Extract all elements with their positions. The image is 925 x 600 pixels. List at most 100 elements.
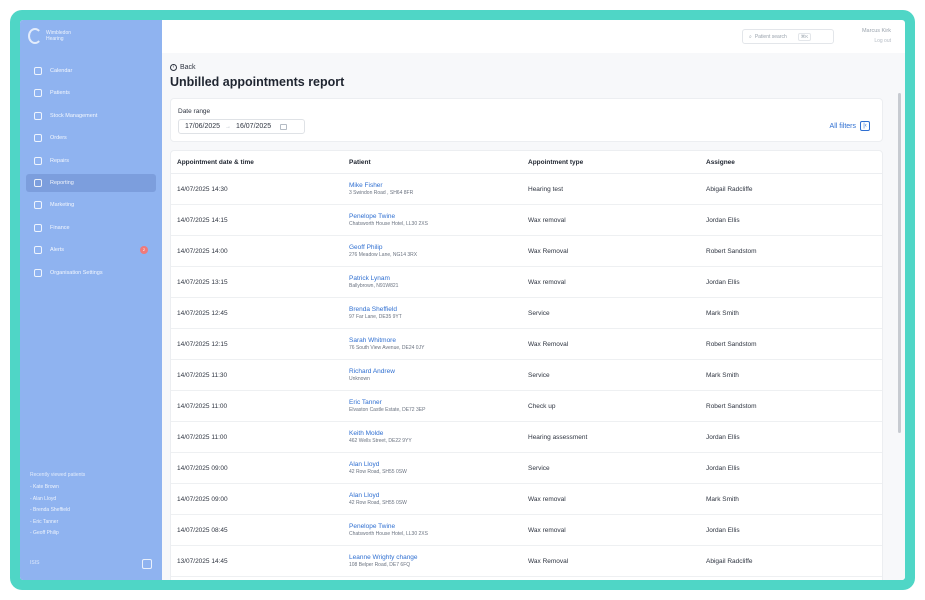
header-patient[interactable]: Patient: [349, 159, 528, 166]
table-row[interactable]: 14/07/2025 11:00 Keith Molde 462 Wells S…: [171, 422, 882, 453]
patient-cell: Keith Molde 462 Wells Street, DE22 9YY: [349, 430, 528, 444]
alerts-badge: 2: [140, 246, 148, 255]
patient-address: Chatsworth House Hotel, LL30 2XS: [349, 221, 428, 227]
header-datetime[interactable]: Appointment date & time: [171, 159, 349, 166]
recent-patient-link[interactable]: - Alan Lloyd: [30, 496, 150, 508]
patient-name-link[interactable]: Leanne Wrighty change: [349, 554, 528, 561]
appointment-type: Service: [528, 464, 550, 472]
header-type[interactable]: Appointment type: [528, 159, 706, 166]
user-name[interactable]: Marcus Kirk: [862, 28, 891, 34]
sidebar-item-label: Alerts: [50, 247, 65, 254]
patient-name-link[interactable]: Sarah Whitmore: [349, 337, 528, 344]
appointment-datetime: 14/07/2025 11:30: [177, 371, 228, 379]
sidebar-item-label: Orders: [50, 135, 67, 142]
box-icon: [34, 111, 42, 120]
table-row[interactable]: 14/07/2025 09:00 Alan Lloyd 42 Row Road,…: [171, 484, 882, 515]
sidebar-item-orders[interactable]: Orders: [26, 129, 156, 147]
patient-name-link[interactable]: Geoff Philip: [349, 244, 528, 251]
assignee: Mark Smith: [706, 495, 739, 503]
sidebar-item-repairs[interactable]: Repairs: [26, 152, 156, 170]
table-row[interactable]: 14/07/2025 13:15 Patrick Lynam Ballybrow…: [171, 267, 882, 298]
patient-name-link[interactable]: Mike Fisher: [349, 182, 528, 189]
sidebar-item-calendar[interactable]: Calendar: [26, 62, 156, 80]
patient-address: 462 Wells Street, DE22 9YY: [349, 438, 412, 444]
sidebar-item-label: Marketing: [50, 202, 75, 209]
sidebar: Wimbledon Hearing Calendar Patients Stoc…: [20, 20, 162, 580]
date-range-label: Date range: [178, 108, 211, 115]
table-row[interactable]: 14/07/2025 12:15 Sarah Whitmore 76 South…: [171, 329, 882, 360]
recent-patient-link[interactable]: - Eric Tanner: [30, 519, 150, 531]
sidebar-item-finance[interactable]: Finance: [26, 219, 156, 237]
table-row[interactable]: 14/07/2025 08:45 Penelope Twine Chatswor…: [171, 515, 882, 546]
table-row[interactable]: 14/07/2025 12:45 Brenda Sheffield 97 Far…: [171, 298, 882, 329]
assignee: Robert Sandstom: [706, 247, 757, 255]
recent-patient-link[interactable]: - Brenda Sheffield: [30, 507, 150, 519]
sidebar-item-label: Finance: [50, 224, 70, 231]
table-row[interactable]: 14/07/2025 14:15 Penelope Twine Chatswor…: [171, 205, 882, 236]
patient-name-link[interactable]: Penelope Twine: [349, 523, 528, 530]
finance-icon: [34, 223, 42, 232]
sidebar-item-reporting[interactable]: Reporting: [26, 173, 156, 192]
patient-search-input[interactable]: ⌕ Patient search ⌘K: [742, 29, 834, 44]
app-window: Wimbledon Hearing Calendar Patients Stoc…: [20, 20, 905, 580]
patient-name-link[interactable]: Alan Lloyd: [349, 492, 528, 499]
patient-cell: Eric Tanner Elvaston Castle Estate, DE72…: [349, 399, 528, 413]
sidebar-item-organisation-settings[interactable]: Organisation Settings: [26, 264, 156, 282]
patient-address: 42 Row Road, SH55 0SW: [349, 469, 407, 475]
arrow-right-icon: →: [225, 123, 232, 130]
patient-cell: Leanne Wrighty change 108 Belper Road, D…: [349, 554, 528, 568]
table-row[interactable]: 14/07/2025 11:30 Richard Andrew Unknown …: [171, 360, 882, 391]
patient-name-link[interactable]: Patrick Lynam: [349, 275, 528, 282]
brand-logo[interactable]: Wimbledon Hearing: [28, 28, 86, 44]
all-filters-button[interactable]: All filters |‹: [830, 121, 870, 131]
patient-address: 42 Row Road, SH55 0SW: [349, 500, 407, 506]
table-row[interactable]: 14/07/2025 09:00 Alan Lloyd 42 Row Road,…: [171, 453, 882, 484]
mail-icon: [34, 201, 42, 210]
logout-link[interactable]: Log out: [874, 38, 891, 44]
appointment-type: Wax removal: [528, 526, 566, 534]
sidebar-item-patients[interactable]: Patients: [26, 84, 156, 102]
back-button[interactable]: ‹ Back: [170, 64, 196, 71]
sidebar-footer: ISIS: [30, 560, 40, 566]
chart-icon: [34, 178, 42, 187]
collapse-sidebar-icon[interactable]: [142, 559, 152, 569]
patient-search-placeholder: Patient search: [754, 33, 787, 40]
date-from[interactable]: 17/06/2025: [185, 123, 220, 130]
patient-name-link[interactable]: Penelope Twine: [349, 213, 528, 220]
table-row[interactable]: 14/07/2025 14:00 Geoff Philip 276 Meadow…: [171, 236, 882, 267]
assignee: Jordan Ellis: [706, 464, 740, 472]
recent-patient-link[interactable]: - Kate Brown: [30, 484, 150, 496]
scrollbar[interactable]: [898, 93, 901, 433]
patient-name-link[interactable]: Richard Andrew: [349, 368, 528, 375]
patient-cell: Sarah Whitmore 76 South View Avenue, DE2…: [349, 337, 528, 351]
appointment-datetime: 14/07/2025 14:15: [177, 216, 228, 224]
ear-logo-icon: [28, 28, 42, 44]
assignee: Jordan Ellis: [706, 433, 740, 441]
header-assignee[interactable]: Assignee: [706, 159, 876, 166]
patient-name-link[interactable]: Keith Molde: [349, 430, 528, 437]
patient-address: 3 Swindon Road , SH64 8FR: [349, 190, 414, 196]
sidebar-item-alerts[interactable]: Alerts 2: [26, 241, 156, 259]
patient-address: Unknown: [349, 376, 370, 382]
table-row[interactable]: 14/07/2025 14:30 Mike Fisher 3 Swindon R…: [171, 174, 882, 205]
calendar-icon[interactable]: [280, 123, 288, 130]
recent-patients: Recently viewed patients - Kate Brown - A…: [30, 472, 150, 542]
table-row[interactable]: 13/07/2025 14:45 Leanne Wrighty change 1…: [171, 546, 882, 577]
appointment-datetime: 14/07/2025 11:00: [177, 433, 228, 441]
table-row[interactable]: 14/07/2025 11:00 Eric Tanner Elvaston Ca…: [171, 391, 882, 422]
sidebar-item-stock-management[interactable]: Stock Management: [26, 107, 156, 125]
search-shortcut: ⌘K: [797, 32, 812, 41]
patient-cell: Alan Lloyd 42 Row Road, SH55 0SW: [349, 492, 528, 506]
sidebar-item-marketing[interactable]: Marketing: [26, 196, 156, 214]
patient-name-link[interactable]: Brenda Sheffield: [349, 306, 528, 313]
user-icon: [34, 89, 42, 98]
patient-name-link[interactable]: Eric Tanner: [349, 399, 528, 406]
date-to[interactable]: 16/07/2025: [236, 123, 271, 130]
patient-name-link[interactable]: Alan Lloyd: [349, 461, 528, 468]
sidebar-item-label: Repairs: [50, 157, 69, 164]
gear-icon: [34, 268, 42, 277]
date-range-picker[interactable]: 17/06/2025 → 16/07/2025: [178, 119, 305, 134]
patient-address: 97 Far Lane, DE35 9YT: [349, 314, 402, 320]
appointment-type: Wax Removal: [528, 340, 569, 348]
recent-patient-link[interactable]: - Geoff Philip: [30, 530, 150, 542]
